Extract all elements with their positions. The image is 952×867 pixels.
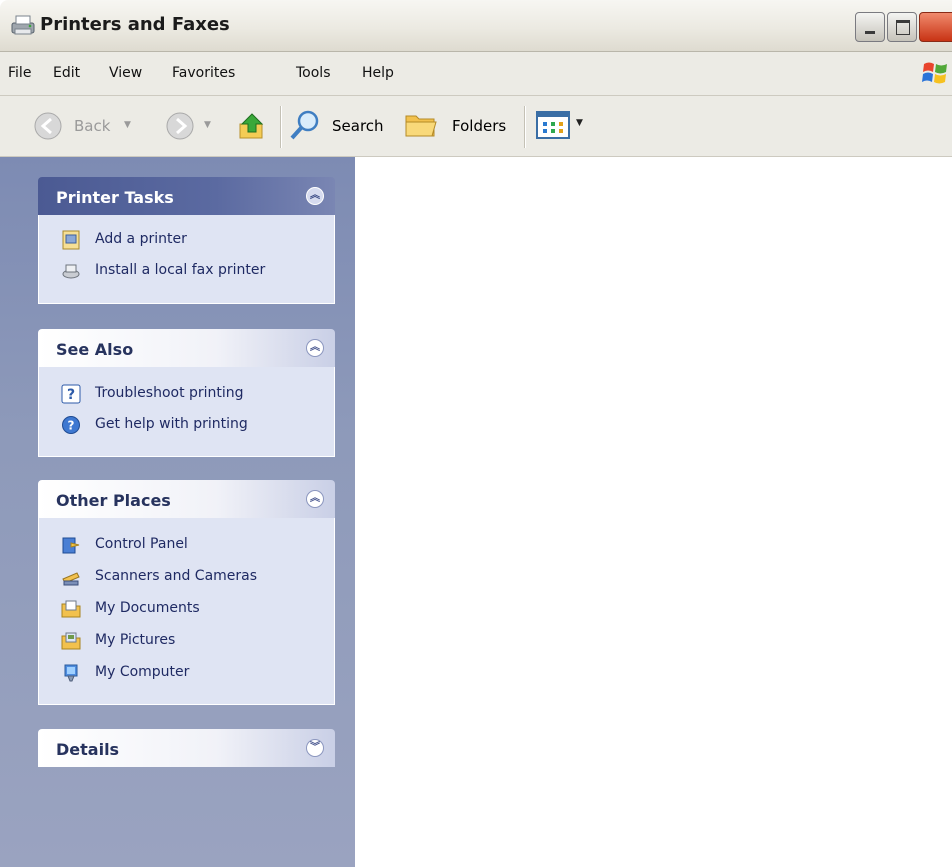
expand-chevron-icon[interactable]: ︾ [306, 739, 324, 757]
scanner-icon [62, 572, 80, 586]
task-troubleshoot-printing[interactable]: ? Troubleshoot printing [61, 383, 281, 405]
views-icon [536, 111, 570, 139]
task-label: My Computer [95, 664, 190, 680]
up-folder-icon[interactable] [236, 110, 268, 142]
forward-arrow-icon [166, 112, 194, 140]
other-places-header[interactable]: Other Places ︽ [38, 480, 335, 518]
menu-tools[interactable]: Tools [296, 65, 331, 81]
windows-logo-icon [922, 62, 947, 84]
menu-view[interactable]: View [109, 65, 142, 81]
my-pictures-icon [61, 632, 81, 650]
task-label: Install a local fax printer [95, 262, 266, 278]
printer-tasks-body: Add a printer Install a local fax printe… [38, 215, 335, 304]
panel-title: Printer Tasks [56, 188, 174, 207]
help-globe-icon: ? [62, 416, 80, 434]
menu-bar: File Edit View Favorites Tools Help [0, 52, 952, 96]
collapse-chevron-icon[interactable]: ︽ [306, 339, 324, 357]
other-places-body: Control Panel Scanners and Cameras My Do… [38, 518, 335, 705]
search-icon [290, 110, 319, 140]
back-arrow-icon [34, 112, 62, 140]
control-panel-icon [62, 537, 80, 554]
panel-title: See Also [56, 340, 134, 359]
printers-list-area[interactable] [355, 157, 952, 867]
menu-help[interactable]: Help [362, 65, 394, 81]
help-question-icon: ? [61, 384, 81, 404]
my-computer-icon [64, 664, 78, 682]
place-my-computer[interactable]: My Computer [61, 662, 261, 684]
task-label: Control Panel [95, 536, 188, 552]
task-label: Add a printer [95, 231, 187, 247]
back-button[interactable]: Back ▼ [28, 106, 158, 146]
my-documents-icon [61, 600, 81, 618]
place-control-panel[interactable]: Control Panel [61, 534, 261, 556]
title-bar[interactable]: Printers and Faxes [0, 0, 952, 52]
add-printer-icon [62, 230, 80, 250]
place-my-documents[interactable]: My Documents [61, 598, 261, 620]
minimize-button[interactable] [855, 12, 885, 42]
details-header[interactable]: Details ︾ [38, 729, 335, 767]
svg-text:?: ? [67, 387, 75, 403]
task-label: My Pictures [95, 632, 176, 648]
task-add-printer[interactable]: Add a printer [61, 229, 311, 251]
task-label: Get help with printing [95, 416, 248, 432]
window-title: Printers and Faxes [40, 14, 230, 35]
folders-button[interactable]: Folders [404, 104, 512, 148]
search-button[interactable]: Search [288, 104, 398, 148]
collapse-chevron-icon[interactable]: ︽ [306, 187, 324, 205]
fax-icon [62, 264, 80, 279]
menu-edit[interactable]: Edit [53, 65, 80, 81]
back-dropdown-arrow[interactable]: ▼ [124, 120, 131, 130]
task-pane: Printer Tasks ︽ Add a printer Install a … [0, 157, 355, 867]
views-button[interactable]: ▼ [536, 108, 596, 144]
views-dropdown-arrow[interactable]: ▼ [576, 118, 583, 128]
task-get-help-printing[interactable]: ? Get help with printing [61, 414, 281, 436]
svg-text:?: ? [68, 419, 75, 433]
maximize-button[interactable] [887, 12, 917, 42]
printer-tasks-header[interactable]: Printer Tasks ︽ [38, 177, 335, 215]
folders-label: Folders [452, 117, 507, 135]
toolbar-separator [280, 106, 282, 148]
task-label: Troubleshoot printing [95, 385, 244, 401]
menu-favorites[interactable]: Favorites [172, 65, 235, 81]
task-label: Scanners and Cameras [95, 568, 258, 584]
folders-icon [405, 115, 437, 137]
see-also-body: ? Troubleshoot printing ? Get help with … [38, 367, 335, 457]
forward-dropdown-arrow[interactable]: ▼ [204, 120, 211, 130]
task-install-fax-printer[interactable]: Install a local fax printer [61, 260, 316, 282]
search-label: Search [332, 117, 384, 135]
standard-toolbar: Back ▼ ▼ Search Folders ▼ [0, 96, 952, 157]
panel-title: Other Places [56, 491, 171, 510]
task-label: My Documents [95, 600, 200, 616]
panel-title: Details [56, 740, 120, 759]
back-label: Back [74, 117, 111, 135]
printer-icon [11, 15, 35, 35]
close-button[interactable] [919, 12, 952, 42]
toolbar-separator [524, 106, 526, 148]
collapse-chevron-icon[interactable]: ︽ [306, 490, 324, 508]
see-also-header[interactable]: See Also ︽ [38, 329, 335, 367]
place-my-pictures[interactable]: My Pictures [61, 630, 261, 652]
forward-button[interactable]: ▼ [160, 106, 230, 146]
menu-file[interactable]: File [8, 65, 31, 81]
place-scanners-cameras[interactable]: Scanners and Cameras [61, 566, 291, 588]
